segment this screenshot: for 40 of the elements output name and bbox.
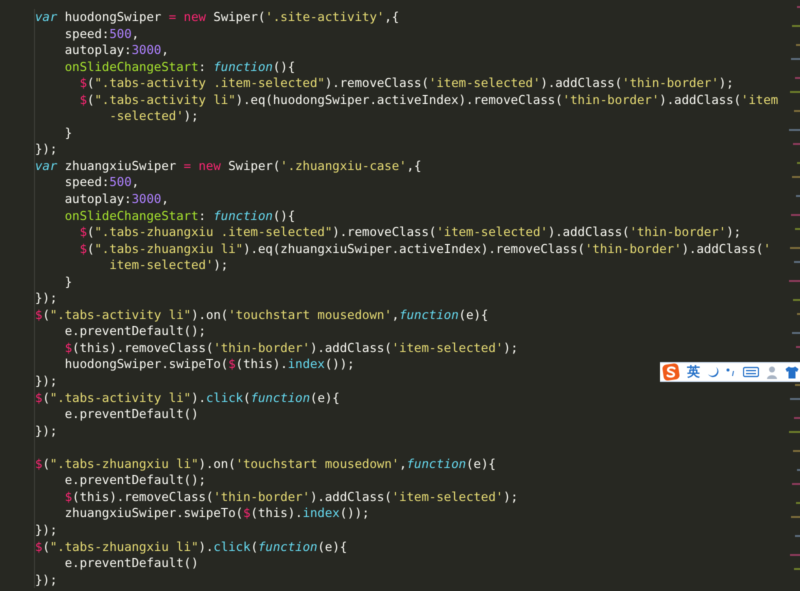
- shirt-icon[interactable]: [785, 366, 799, 378]
- moon-icon[interactable]: [707, 366, 719, 378]
- keyboard-icon[interactable]: [743, 366, 759, 378]
- code-line: });: [34, 290, 58, 307]
- code-line: $(this).removeClass('thin-border').addClass('item-selected');: [34, 488, 518, 506]
- code-line: huodongSwiper.swipeTo($(this).index());: [34, 356, 355, 374]
- code-line: });: [34, 522, 58, 538]
- code-line: e.preventDefault(): [34, 406, 198, 423]
- code-line: $(".tabs-zhuangxiu .item-selected").removeClass('item-selected').addClass('thin-border');: [34, 224, 742, 241]
- code-line: autoplay:3000,: [34, 191, 169, 208]
- code-line: speed:500,: [34, 26, 140, 42]
- code-line: zhuangxiuSwiper.swipeTo($(this).index());: [34, 505, 370, 522]
- input-mode-toggle[interactable]: 英: [687, 366, 700, 378]
- code-line: $(this).removeClass('thin-border').addClass('item-selected');: [34, 340, 518, 356]
- code-line: var zhuangxiuSwiper = new Swiper('.zhuangxiu-case',{: [34, 158, 422, 174]
- code-line: });: [34, 373, 58, 390]
- code-line: });: [34, 422, 58, 440]
- punctuation-icon[interactable]: [726, 366, 736, 378]
- code-line: var huodongSwiper = new Swiper('.site-activity',{: [34, 9, 400, 26]
- code-line: $(".tabs-activity li").click(function(e){: [34, 390, 340, 406]
- code-line: autoplay:3000,: [34, 42, 169, 59]
- code-line: onSlideChangeStart: function(){: [34, 208, 296, 224]
- code-line: $(".tabs-activity li").eq(huodongSwiper.activeIndex).removeClass('thin-border').addClass('item: [34, 92, 778, 108]
- code-line: onSlideChangeStart: function(){: [34, 58, 296, 76]
- code-line: $(".tabs-activity .item-selected").removeClass('item-selected').addClass('thin-border');: [34, 75, 734, 92]
- code-line: });: [34, 572, 58, 588]
- code-line: $(".tabs-activity li").on('touchstart mousedown',function(e){: [34, 306, 488, 324]
- code-line: e.preventDefault(): [34, 555, 198, 572]
- code-line: e.preventDefault();: [34, 472, 206, 489]
- code-line: $(".tabs-zhuangxiu li").eq(zhuangxiuSwiper.activeIndex).removeClass('thin-border').addClass(': [34, 240, 771, 258]
- code-line: }: [34, 124, 72, 142]
- logo-icon[interactable]: [662, 363, 680, 381]
- code-line: e.preventDefault();: [34, 323, 206, 340]
- code-line: speed:500,: [34, 174, 140, 192]
- code-line: });: [34, 141, 58, 158]
- code-line: -selected');: [34, 108, 199, 125]
- code-line: $(".tabs-zhuangxiu li").click(function(e){: [34, 538, 348, 556]
- code-line: $(".tabs-zhuangxiu li").on('touchstart mousedown',function(e){: [34, 456, 496, 472]
- code-line: item-selected');: [34, 257, 228, 274]
- code-line: }: [34, 274, 72, 290]
